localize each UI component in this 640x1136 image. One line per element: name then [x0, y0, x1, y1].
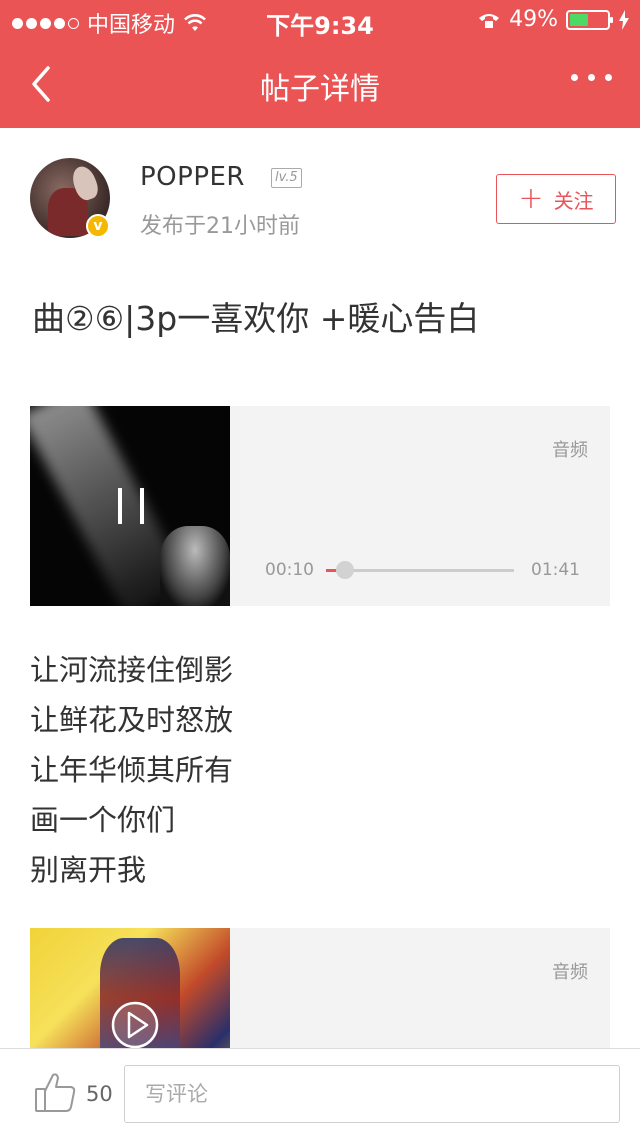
follow-label: 关注	[553, 188, 594, 213]
charging-bolt-icon	[619, 9, 629, 30]
follow-button[interactable]: + 关注	[496, 174, 616, 224]
lyric-line: 让年华倾其所有	[30, 753, 234, 787]
thumbs-up-icon[interactable]	[34, 1071, 78, 1115]
status-right: 49%	[477, 7, 630, 32]
verified-badge: v	[86, 214, 110, 238]
status-bar: 中国移动 下午9:34 49%	[0, 0, 640, 40]
lyric-line: 画一个你们	[30, 803, 176, 837]
call-forwarding-icon	[479, 13, 500, 28]
author-name[interactable]: POPPER	[140, 162, 245, 192]
comment-input[interactable]	[124, 1065, 620, 1123]
progress-knob[interactable]	[335, 561, 354, 579]
post-body: 让河流接住倒影 让鲜花及时怒放 让年华倾其所有 画一个你们 别离开我	[30, 645, 233, 895]
audio-progress-bar[interactable]	[326, 561, 514, 579]
page-title: 帖子详情	[260, 72, 380, 107]
post-title: 曲②⑥|3p一喜欢你 +暖心告白	[32, 299, 480, 338]
bottom-action-bar: 50	[0, 1048, 640, 1136]
lyric-line: 让鲜花及时怒放	[30, 703, 234, 737]
audio-total-time: 01:41	[531, 560, 580, 580]
audio-type-label: 音频	[552, 962, 588, 983]
level-badge: lv.5	[271, 168, 302, 188]
audio-player: 音频 00:10 01:41	[30, 406, 610, 606]
battery-percent: 49%	[509, 7, 558, 32]
more-options-icon[interactable]	[571, 74, 612, 81]
pause-icon[interactable]	[118, 488, 144, 524]
lyric-line: 别离开我	[30, 853, 147, 887]
plus-icon: +	[518, 181, 544, 216]
audio-current-time: 00:10	[265, 560, 314, 580]
battery-icon	[566, 9, 613, 30]
lyric-line: 让河流接住倒影	[30, 653, 234, 687]
audio-type-label: 音频	[552, 440, 588, 461]
like-count: 50	[86, 1082, 113, 1106]
audio-cover-image[interactable]	[30, 406, 230, 606]
nav-bar: 帖子详情	[0, 40, 640, 128]
post-time: 发布于21小时前	[140, 214, 300, 239]
play-icon[interactable]	[110, 1000, 160, 1050]
